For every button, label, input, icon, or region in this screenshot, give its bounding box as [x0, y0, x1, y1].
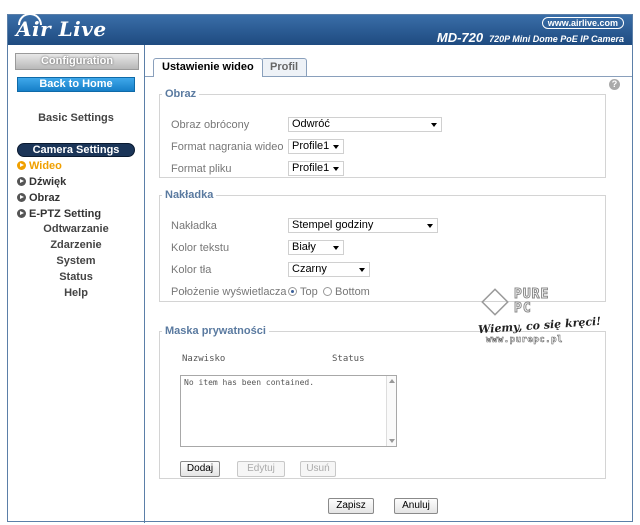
model-name: MD-720: [436, 30, 484, 45]
configuration-header: Configuration: [15, 53, 139, 70]
radio-top[interactable]: Top: [288, 286, 318, 298]
select-value: Odwróć: [292, 118, 330, 130]
chevron-down-icon: [333, 145, 339, 149]
purepc-watermark: PURE PC Wiemy, co się kręci! www.purepc.…: [468, 287, 602, 349]
arrow-bullet-icon: [17, 177, 26, 186]
chevron-down-icon: [431, 123, 437, 127]
site-url-link[interactable]: www.airlive.com: [541, 17, 624, 29]
sidebar-item-label: Wideo: [29, 160, 62, 172]
model-info: MD-720 720P Mini Dome PoE IP Camera: [437, 30, 624, 45]
sidebar-item-label: Dźwięk: [29, 176, 67, 188]
basic-settings-link[interactable]: Basic Settings: [8, 112, 144, 124]
sidebar-item-wideo[interactable]: Wideo: [17, 160, 62, 172]
kolor-tekstu-label: Kolor tekstu: [171, 242, 230, 254]
watermark-url: www.purepc.pl: [486, 335, 563, 346]
edytuj-button[interactable]: Edytuj: [237, 461, 285, 477]
format-nagrania-select[interactable]: Profile1: [288, 139, 344, 154]
obraz-legend: Obraz: [165, 88, 197, 100]
chevron-down-icon: [333, 167, 339, 171]
radio-unchecked-icon: [323, 287, 332, 296]
column-header-nazwisko: Nazwisko: [182, 354, 226, 364]
sidebar: Configuration Back to Home Basic Setting…: [8, 45, 144, 523]
format-pliku-select[interactable]: Profile1: [288, 161, 344, 176]
watermark-line2: PC: [514, 301, 532, 317]
sidebar-item-eptz[interactable]: E-PTZ Setting: [17, 208, 101, 220]
arrow-bullet-icon: [17, 209, 26, 218]
kolor-tla-label: Kolor tła: [171, 264, 212, 276]
radio-label: Top: [300, 286, 318, 298]
usun-button[interactable]: Usuń: [300, 461, 336, 477]
chevron-down-icon: [359, 268, 365, 272]
main-panel: Ustawienie wideo Profil ? Obraz Obraz ob…: [145, 45, 632, 523]
maska-legend: Maska prywatności: [165, 325, 266, 337]
sidebar-link-status[interactable]: Status: [8, 271, 144, 283]
header-bar: Air Live www.airlive.com MD-720 720P Mini…: [8, 13, 632, 45]
tab-ustawienie-wideo[interactable]: Ustawienie wideo: [153, 58, 263, 77]
radio-bottom[interactable]: Bottom: [323, 286, 370, 298]
sidebar-link-help[interactable]: Help: [8, 287, 144, 299]
sidebar-link-system[interactable]: System: [8, 255, 144, 267]
scroll-down-icon: [389, 439, 395, 443]
select-value: Profile1: [292, 162, 330, 174]
tab-profil[interactable]: Profil: [261, 58, 308, 76]
nakladka-section: Nakładka Nakładka Stempel godziny Kolor …: [159, 189, 606, 302]
select-value: Czarny: [292, 263, 327, 275]
polozenie-label: Położenie wyświetlacza: [171, 286, 287, 298]
zapisz-button[interactable]: Zapisz: [328, 498, 374, 514]
anuluj-button[interactable]: Anuluj: [394, 498, 438, 514]
select-value: Profile1: [292, 140, 330, 152]
sidebar-item-dzwiek[interactable]: Dźwięk: [17, 176, 66, 188]
sidebar-item-label: E-PTZ Setting: [29, 208, 102, 220]
airlive-logo: Air Live: [16, 17, 107, 41]
format-pliku-label: Format pliku: [171, 163, 232, 175]
arrow-bullet-icon: [17, 193, 26, 202]
cube-logo-icon: [481, 288, 509, 316]
sidebar-link-zdarzenie[interactable]: Zdarzenie: [8, 239, 144, 251]
arrow-bullet-icon: [17, 161, 26, 170]
privacy-mask-list[interactable]: No item has been contained.: [180, 375, 397, 447]
model-description: 720P Mini Dome PoE IP Camera: [489, 34, 624, 44]
obraz-section: Obraz Obraz obrócony Odwróć Format nagra…: [159, 88, 606, 178]
radio-label: Bottom: [335, 286, 370, 298]
nakladka-legend: Nakładka: [165, 189, 214, 201]
sidebar-item-label: Obraz: [29, 192, 61, 204]
help-icon[interactable]: ?: [609, 79, 620, 90]
app-frame: Air Live www.airlive.com MD-720 720P Mini…: [7, 13, 633, 523]
kolor-tla-select[interactable]: Czarny: [288, 262, 370, 277]
format-nagrania-label: Format nagrania wideo: [171, 141, 284, 153]
scroll-up-icon: [389, 379, 395, 383]
column-header-status: Status: [332, 354, 365, 364]
radio-checked-icon: [288, 287, 297, 296]
select-value: Biały: [292, 241, 316, 253]
chevron-down-icon: [333, 246, 339, 250]
camera-settings-button[interactable]: Camera Settings: [17, 143, 135, 157]
sidebar-item-obraz[interactable]: Obraz: [17, 192, 60, 204]
sidebar-link-odtwarzanie[interactable]: Odtwarzanie: [8, 223, 144, 235]
obraz-obrocony-label: Obraz obrócony: [171, 119, 250, 131]
back-to-home-button[interactable]: Back to Home: [17, 77, 135, 92]
chevron-down-icon: [427, 224, 433, 228]
empty-list-text: No item has been contained.: [184, 378, 315, 387]
dodaj-button[interactable]: Dodaj: [180, 461, 220, 477]
list-scrollbar[interactable]: [386, 376, 396, 446]
obraz-obrocony-select[interactable]: Odwróć: [288, 117, 442, 132]
nakladka-select[interactable]: Stempel godziny: [288, 218, 438, 233]
select-value: Stempel godziny: [292, 219, 374, 231]
kolor-tekstu-select[interactable]: Biały: [288, 240, 344, 255]
watermark-line1: PURE: [513, 287, 550, 303]
nakladka-label: Nakładka: [171, 220, 217, 232]
